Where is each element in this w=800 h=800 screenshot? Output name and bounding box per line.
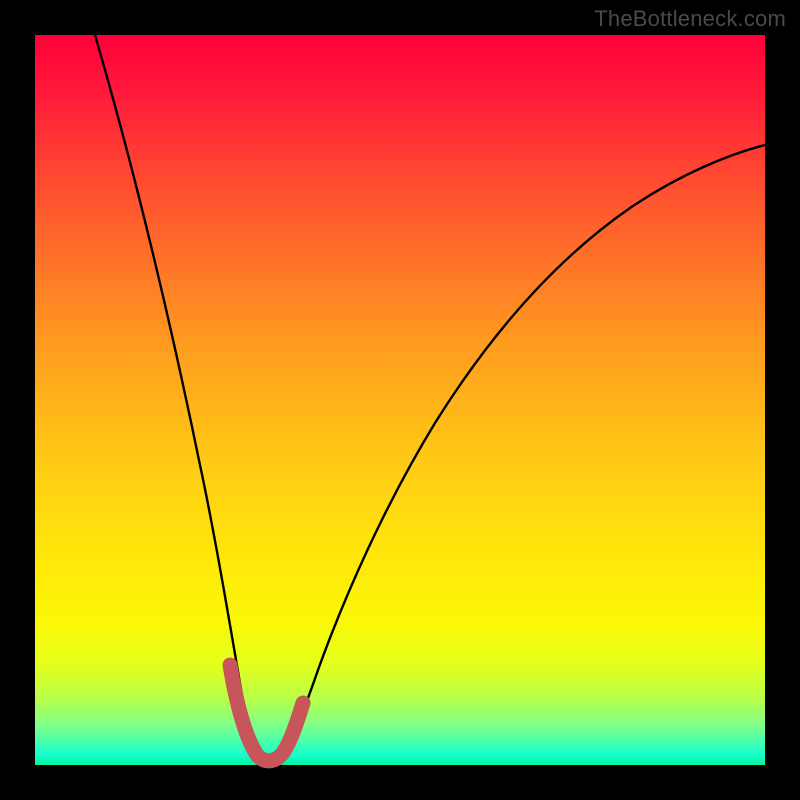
bottleneck-highlight bbox=[230, 665, 303, 761]
bottleneck-curve-left bbox=[95, 35, 262, 758]
watermark-text: TheBottleneck.com bbox=[594, 6, 786, 32]
chart-frame: TheBottleneck.com bbox=[0, 0, 800, 800]
bottleneck-curve-right bbox=[280, 145, 765, 758]
curve-layer bbox=[35, 35, 765, 765]
